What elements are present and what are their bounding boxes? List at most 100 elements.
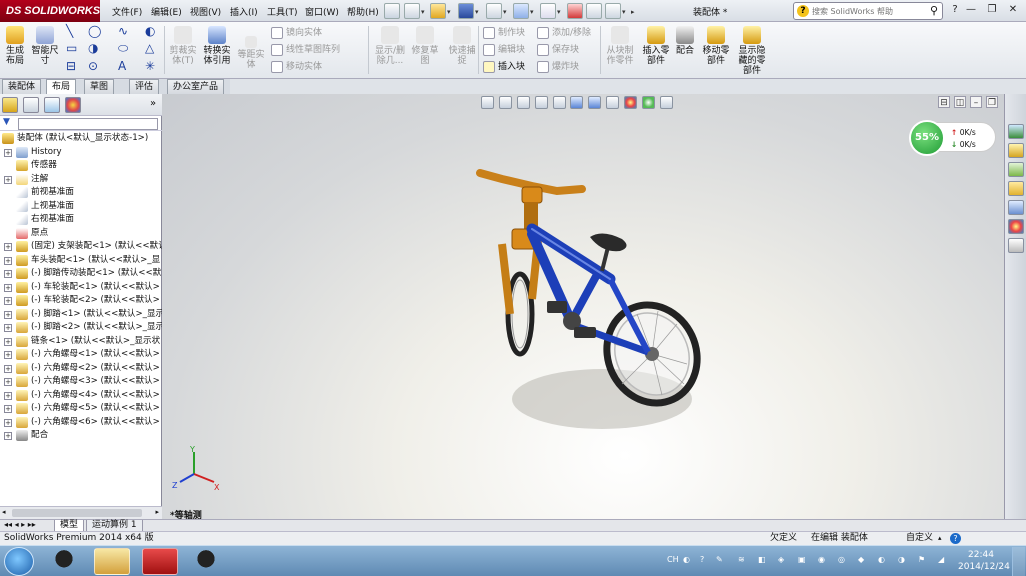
zoom-to-fit-icon[interactable] [481, 96, 494, 109]
solidworks-taskbar-icon[interactable] [142, 548, 178, 575]
property-manager-tab-icon[interactable] [23, 97, 39, 113]
language-indicator[interactable]: CH [667, 555, 679, 564]
expand-toggle-icon[interactable]: + [4, 324, 12, 332]
move-component-button[interactable]: 移动零 部件 [700, 24, 732, 66]
tray-app-icon[interactable]: ◎ [838, 555, 845, 564]
feature-tree-item[interactable]: 传感器 [0, 159, 162, 172]
feature-tree-item[interactable]: + (-) 六角螺母<5> (默认<<默认> [0, 402, 162, 415]
undo-icon[interactable] [513, 3, 529, 19]
qq-penguin-icon[interactable] [46, 548, 82, 575]
search-box[interactable]: ? ⚲ [793, 2, 943, 20]
feature-tree-item[interactable]: + (固定) 支架装配<1> (默认<<默认 [0, 240, 162, 253]
menu-window[interactable]: 窗口(W) [305, 5, 339, 18]
repair-sketch-button[interactable]: 修复草 图 [411, 24, 439, 66]
fillet-tool-icon[interactable]: ⊙ [88, 59, 98, 73]
expand-toggle-icon[interactable]: + [4, 283, 12, 292]
network-speed-widget[interactable]: 55% ↑ 0K/s ↓ 0K/s [909, 120, 996, 156]
feature-tree-item[interactable]: 上视基准面 [0, 200, 162, 213]
menu-insert[interactable]: 插入(I) [230, 5, 258, 18]
viewport-restore-icon[interactable]: ❐ [986, 96, 998, 108]
chevron-down-icon[interactable]: ▾ [622, 8, 626, 16]
feature-tree-item[interactable]: + History [0, 146, 162, 159]
home-icon[interactable] [1008, 143, 1024, 158]
feature-tree-item[interactable]: + (-) 车轮装配<2> (默认<<默认> [0, 294, 162, 307]
options-gear-icon[interactable] [605, 3, 621, 19]
qq-penguin-icon[interactable] [188, 548, 224, 575]
scrollbar-thumb[interactable] [12, 509, 142, 517]
search-icon[interactable]: ⚲ [930, 4, 938, 17]
display-delete-relations-button[interactable]: 显示/删 除几... [373, 24, 407, 66]
feature-tree-item[interactable]: 前视基准面 [0, 186, 162, 199]
chevron-down-icon[interactable]: ▾ [447, 8, 451, 16]
start-button[interactable] [4, 547, 34, 576]
help-status-icon[interactable]: ? [950, 533, 961, 544]
hide-show-items-icon[interactable] [606, 96, 620, 109]
arc-tool-icon[interactable]: ◑ [88, 41, 98, 55]
construction-point-icon[interactable]: ✳ [145, 59, 155, 73]
chevron-down-icon[interactable]: ▾ [475, 8, 479, 16]
tray-app-icon[interactable]: ◐ [878, 555, 885, 564]
ime-icon[interactable]: ◐ [683, 555, 690, 564]
expand-toggle-icon[interactable]: + [4, 256, 12, 265]
search-input[interactable] [812, 5, 922, 18]
viewport-minimize-icon[interactable]: – [970, 96, 982, 108]
text-tool-icon[interactable]: A [118, 59, 126, 73]
chevron-down-icon[interactable]: ▾ [421, 8, 425, 16]
show-desktop-button[interactable] [1012, 547, 1025, 576]
insert-components-button[interactable]: 插入零 部件 [640, 24, 672, 66]
feature-tree-item[interactable]: 装配体 (默认<默认_显示状态-1>) [0, 132, 162, 145]
display-style-icon[interactable] [588, 96, 602, 109]
expand-toggle-icon[interactable]: + [4, 351, 12, 359]
horizontal-scrollbar[interactable]: ◂ ▸ [0, 506, 162, 519]
section-view-icon[interactable] [534, 96, 548, 109]
viewport-split-icon[interactable]: ⊟ [938, 96, 950, 108]
line-tool-icon[interactable]: ╲ [66, 24, 73, 38]
feature-tree-item[interactable]: + (-) 六角螺母<4> (默认<<默认> [0, 389, 162, 402]
mate-button[interactable]: 配合 [674, 24, 696, 56]
scroll-left-icon[interactable]: ◂ [2, 508, 6, 516]
menu-tools[interactable]: 工具(T) [267, 5, 298, 18]
add-remove-block-button[interactable]: 添加/移除 [537, 25, 591, 39]
rebuild-icon[interactable] [567, 3, 583, 19]
chevron-up-icon[interactable]: ▴ [938, 532, 942, 545]
expand-toggle-icon[interactable]: + [4, 148, 12, 157]
feature-tree-item[interactable]: + 注解 [0, 173, 162, 186]
tray-app-icon[interactable]: ◑ [898, 555, 905, 564]
tab-evaluate[interactable]: 评估 [129, 79, 160, 94]
slot-tool-icon[interactable]: ⊟ [66, 59, 76, 73]
tray-app-icon[interactable]: ◈ [778, 555, 784, 564]
expand-toggle-icon[interactable]: + [4, 378, 12, 386]
menu-file[interactable]: 文件(F) [112, 5, 142, 18]
save-block-button[interactable]: 保存块 [537, 42, 579, 56]
feature-tree-item[interactable]: + (-) 六角螺母<1> (默认<<默认> [0, 348, 162, 361]
feature-tree-item[interactable]: + (-) 六角螺母<3> (默认<<默认> [0, 375, 162, 388]
explode-block-button[interactable]: 爆炸块 [537, 59, 579, 73]
help-tray-icon[interactable]: ? [700, 555, 704, 564]
custom-properties-icon[interactable] [1008, 238, 1024, 253]
solidworks-logo[interactable]: DS SOLIDWORKS [0, 0, 100, 22]
chevron-down-icon[interactable]: ▾ [557, 8, 561, 16]
save-icon[interactable] [458, 3, 474, 19]
expand-toggle-icon[interactable]: + [4, 337, 12, 346]
ime-settings-icon[interactable]: ✎ [716, 555, 723, 564]
feature-tree-item[interactable]: + 配合 [0, 429, 162, 442]
expand-toggle-icon[interactable]: + [4, 432, 12, 440]
open-folder-icon[interactable] [430, 3, 446, 19]
apply-scene-icon[interactable] [641, 96, 655, 109]
chevron-down-icon[interactable]: ▾ [503, 8, 507, 16]
scroll-right-icon[interactable]: ▸ [155, 508, 159, 516]
ellipse-tool-icon[interactable]: ⬭ [118, 41, 128, 56]
filter-icon[interactable]: ▼ [3, 117, 10, 127]
insert-block-button[interactable]: 插入块 [483, 59, 525, 73]
feature-tree-item[interactable]: 右视基准面 [0, 213, 162, 226]
show-hidden-components-button[interactable]: 显示隐 藏的零 部件 [736, 24, 768, 76]
feature-tree-item[interactable]: + (-) 脚踏<1> (默认<<默认>_显示 [0, 308, 162, 321]
previous-view-icon[interactable] [516, 96, 530, 109]
feature-tree-item[interactable]: + (-) 脚踏<2> (默认<<默认>_显示 [0, 321, 162, 334]
display-manager-tab-icon[interactable] [65, 97, 81, 113]
expand-toggle-icon[interactable]: + [4, 297, 12, 305]
point-tool-icon[interactable]: ◐ [145, 24, 155, 38]
tab-sketch[interactable]: 草图 [84, 79, 115, 94]
edit-appearance-icon[interactable] [624, 96, 637, 109]
polygon-tool-icon[interactable]: △ [145, 41, 154, 55]
